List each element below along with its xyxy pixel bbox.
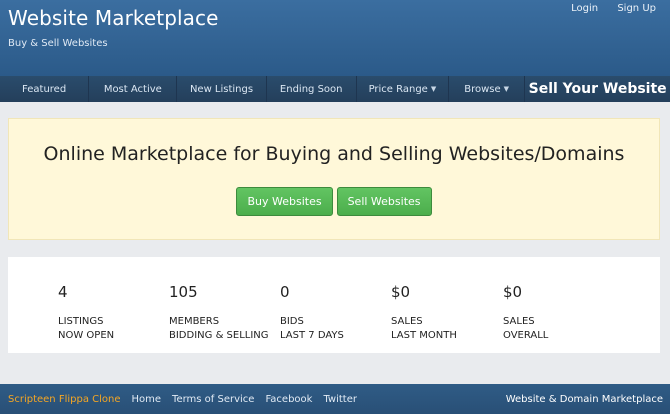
stat-label: BIDS bbox=[280, 316, 304, 327]
stat-bids: 0 BIDS LAST 7 DAYS bbox=[280, 283, 344, 343]
stat-sublabel: BIDDING & SELLING bbox=[169, 330, 269, 341]
stat-label: SALES bbox=[503, 316, 535, 327]
sell-websites-button[interactable]: Sell Websites bbox=[336, 187, 432, 216]
stat-listings: 4 LISTINGS NOW OPEN bbox=[58, 283, 114, 343]
nav-price-range[interactable]: Price Range ▼ bbox=[357, 76, 449, 102]
footer-tagline: Website & Domain Marketplace bbox=[505, 393, 663, 405]
nav-featured[interactable]: Featured bbox=[0, 76, 90, 102]
nav-browse[interactable]: Browse ▼ bbox=[449, 76, 526, 102]
stat-value: 4 bbox=[58, 283, 68, 301]
nav-new-listings-label: New Listings bbox=[189, 83, 254, 95]
hero-buttons: Buy Websites Sell Websites bbox=[9, 187, 659, 216]
hero-title: Online Marketplace for Buying and Sellin… bbox=[43, 143, 625, 165]
nav-sell-label: Sell Your Website bbox=[528, 81, 667, 97]
nav-browse-label: Browse bbox=[464, 83, 501, 95]
nav-featured-label: Featured bbox=[22, 83, 67, 95]
stats-panel: 4 LISTINGS NOW OPEN 105 MEMBERS BIDDING … bbox=[8, 257, 660, 353]
main-nav: Featured Most Active New Listings Ending… bbox=[0, 76, 670, 102]
stat-sublabel: OVERALL bbox=[503, 330, 549, 341]
nav-ending-soon[interactable]: Ending Soon bbox=[267, 76, 357, 102]
stat-sublabel: LAST 7 DAYS bbox=[280, 330, 344, 341]
nav-most-active[interactable]: Most Active bbox=[89, 76, 178, 102]
site-header: Website Marketplace Buy & Sell Websites … bbox=[0, 0, 670, 76]
nav-new-listings[interactable]: New Listings bbox=[177, 76, 267, 102]
account-links: Login Sign Up bbox=[555, 3, 656, 14]
site-footer: Scripteen Flippa Clone Home Terms of Ser… bbox=[0, 384, 670, 414]
nav-most-active-label: Most Active bbox=[103, 83, 162, 95]
nav-price-range-label: Price Range bbox=[368, 83, 428, 95]
stat-sublabel: NOW OPEN bbox=[58, 330, 115, 341]
hero-banner: Online Marketplace for Buying and Sellin… bbox=[8, 118, 660, 240]
stat-value: 0 bbox=[280, 283, 290, 301]
nav-sell-your-website[interactable]: Sell Your Website bbox=[525, 76, 670, 102]
caret-down-icon: ▼ bbox=[430, 85, 437, 93]
stat-sublabel: LAST MONTH bbox=[391, 330, 457, 341]
stat-sales-overall: $0 SALES OVERALL bbox=[503, 283, 548, 343]
stat-label: MEMBERS bbox=[169, 316, 220, 327]
footer-home-link[interactable]: Home bbox=[132, 394, 162, 405]
footer-facebook-link[interactable]: Facebook bbox=[265, 394, 312, 405]
stat-value: $0 bbox=[503, 283, 523, 301]
buy-websites-button[interactable]: Buy Websites bbox=[236, 187, 333, 216]
stat-value: 105 bbox=[169, 283, 198, 301]
site-tagline: Buy & Sell Websites bbox=[8, 38, 108, 49]
footer-brand[interactable]: Scripteen Flippa Clone bbox=[8, 394, 121, 405]
stat-members: 105 MEMBERS BIDDING & SELLING bbox=[169, 283, 269, 343]
site-title[interactable]: Website Marketplace bbox=[8, 6, 219, 30]
stat-sales-last-month: $0 SALES LAST MONTH bbox=[391, 283, 457, 343]
stat-label: SALES bbox=[391, 316, 423, 327]
caret-down-icon: ▼ bbox=[503, 85, 510, 93]
footer-terms-link[interactable]: Terms of Service bbox=[172, 394, 254, 405]
stat-label: LISTINGS bbox=[58, 316, 104, 327]
login-link[interactable]: Login bbox=[571, 3, 598, 14]
signup-link[interactable]: Sign Up bbox=[617, 3, 656, 14]
footer-twitter-link[interactable]: Twitter bbox=[323, 394, 357, 405]
nav-ending-soon-label: Ending Soon bbox=[279, 83, 343, 95]
stat-value: $0 bbox=[391, 283, 411, 301]
